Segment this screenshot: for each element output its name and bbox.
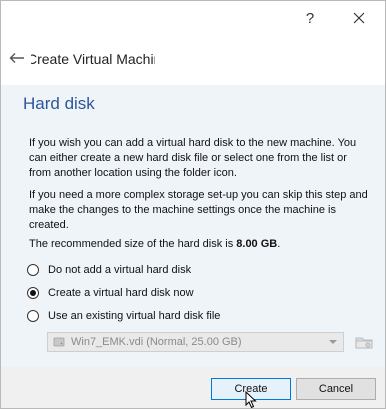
wizard-title: Create Virtual Machine: [31, 51, 155, 67]
help-button[interactable]: ?: [287, 1, 333, 35]
button-bar: Create Cancel: [1, 367, 385, 408]
recommended-size-text: The recommended size of the hard disk is…: [29, 237, 369, 252]
existing-disk-value: Win7_EMK.vdi (Normal, 25.00 GB): [71, 336, 242, 348]
radio-create-disk[interactable]: Create a virtual hard disk now: [27, 285, 194, 301]
folder-icon: [355, 337, 373, 349]
description-text: If you wish you can add a virtual hard d…: [29, 137, 357, 179]
radio-label: Create a virtual hard disk now: [48, 287, 194, 299]
close-button[interactable]: [336, 1, 382, 35]
radio-button[interactable]: [27, 310, 39, 322]
wizard-header: Create Virtual Machine: [1, 35, 385, 85]
radio-no-disk[interactable]: Do not add a virtual hard disk: [27, 262, 191, 278]
radio-use-existing[interactable]: Use an existing virtual hard disk file: [27, 308, 220, 324]
mouse-cursor-icon: [245, 391, 257, 408]
storage-hint-text: If you need a more complex storage set-u…: [29, 189, 368, 231]
radio-button-selected[interactable]: [27, 287, 39, 299]
recommended-size-value: 8.00 GB: [236, 238, 278, 250]
recommended-suffix: .: [277, 238, 281, 250]
recommended-prefix: The recommended size of the hard disk is: [29, 238, 237, 250]
wizard-page: Hard disk If you wish you can add a virt…: [1, 85, 385, 367]
title-bar: ?: [1, 1, 385, 35]
existing-disk-select[interactable]: Win7_EMK.vdi (Normal, 25.00 GB): [47, 332, 344, 352]
arrow-left-icon[interactable]: [9, 52, 25, 64]
close-icon: [353, 12, 365, 24]
radio-button[interactable]: [27, 264, 39, 276]
radio-label: Use an existing virtual hard disk file: [48, 310, 221, 322]
cancel-button[interactable]: Cancel: [296, 378, 376, 400]
page-title: Hard disk: [23, 94, 95, 113]
create-vm-dialog: ? Create Virtual Machine Hard disk If yo…: [0, 0, 386, 409]
radio-label: Do not add a virtual hard disk: [48, 264, 192, 276]
hard-disk-icon: [53, 337, 65, 347]
chevron-down-icon: [329, 340, 337, 344]
choose-disk-file-button[interactable]: [353, 332, 375, 352]
